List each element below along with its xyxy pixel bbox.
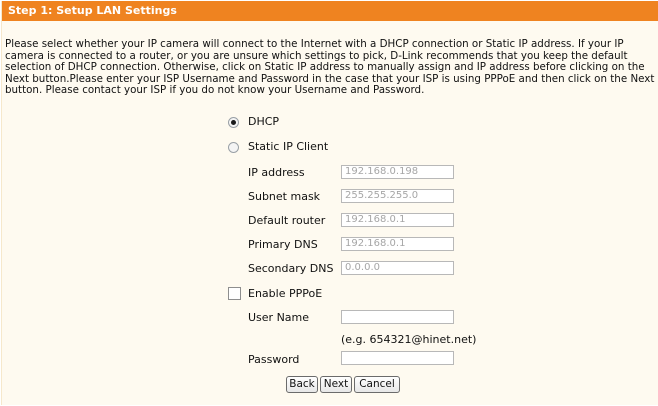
enable-pppoe-label: Enable PPPoE [248,287,323,300]
secondary-dns-input[interactable]: 0.0.0.0 [341,261,454,275]
primary-dns-label: Primary DNS [248,238,318,251]
primary-dns-input[interactable]: 192.168.0.1 [341,237,454,251]
instructions-text: Please select whether your IP camera wil… [5,38,655,96]
dhcp-label: DHCP [248,115,280,128]
user-name-example-hint: (e.g. 654321@hinet.net) [341,333,477,346]
static-ip-label: Static IP Client [248,140,329,153]
dhcp-radio[interactable] [228,117,239,128]
user-name-label: User Name [248,311,310,324]
password-label: Password [248,353,300,366]
enable-pppoe-checkbox[interactable] [228,287,241,300]
radio-selected-dot [231,120,236,125]
cancel-button[interactable]: Cancel [354,376,400,393]
secondary-dns-label: Secondary DNS [248,262,334,275]
ip-address-label: IP address [248,166,305,179]
default-router-label: Default router [248,214,326,227]
subnet-mask-label: Subnet mask [248,190,321,203]
static-ip-radio[interactable] [228,142,239,153]
step-title: Step 1: Setup LAN Settings [2,1,658,21]
default-router-input[interactable]: 192.168.0.1 [341,213,454,227]
user-name-input[interactable] [341,310,454,324]
back-button[interactable]: Back [286,376,318,393]
password-input[interactable] [341,351,454,365]
subnet-mask-input[interactable]: 255.255.255.0 [341,189,454,203]
ip-address-input[interactable]: 192.168.0.198 [341,165,454,179]
next-button[interactable]: Next [320,376,352,393]
